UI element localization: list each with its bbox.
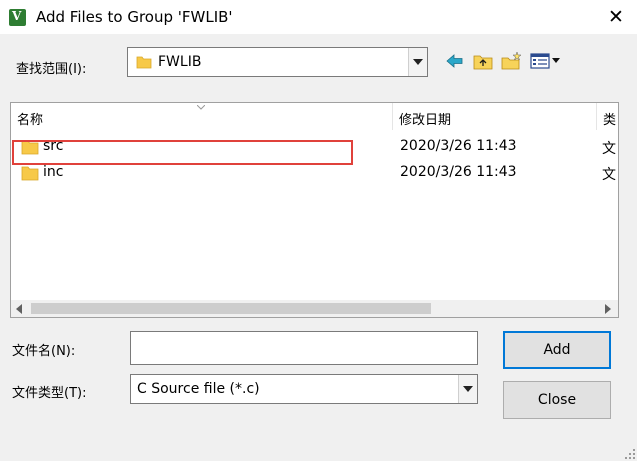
column-header-name[interactable]: 名称 <box>11 103 393 130</box>
close-icon[interactable]: ✕ <box>604 5 628 29</box>
file-list[interactable]: 名称 修改日期 类 src 2020/3/26 11:43 文 inc 2020… <box>10 102 619 318</box>
list-item[interactable]: inc 2020/3/26 11:43 文 <box>11 161 618 185</box>
sort-caret-icon <box>197 105 205 110</box>
column-header-date[interactable]: 修改日期 <box>393 103 597 130</box>
add-button[interactable]: Add <box>503 331 611 369</box>
file-date: 2020/3/26 11:43 <box>400 164 517 180</box>
file-date: 2020/3/26 11:43 <box>400 138 517 154</box>
close-button[interactable]: Close <box>503 381 611 419</box>
file-type-dropdown-button[interactable] <box>458 375 477 403</box>
file-name-input[interactable] <box>130 331 478 365</box>
folder-icon <box>21 165 39 185</box>
back-icon[interactable] <box>444 51 466 71</box>
view-menu-icon[interactable] <box>529 51 565 71</box>
horizontal-scrollbar[interactable] <box>11 300 618 317</box>
look-in-value: FWLIB <box>158 54 202 70</box>
file-type: 文 <box>602 141 616 157</box>
new-folder-icon[interactable] <box>500 51 522 71</box>
file-name-label: 文件名(N): <box>12 344 76 359</box>
file-type-label: 文件类型(T): <box>12 386 87 401</box>
chevron-down-icon <box>413 59 423 65</box>
scroll-left-icon[interactable] <box>16 304 22 314</box>
scroll-right-icon[interactable] <box>605 304 611 314</box>
column-header-type[interactable]: 类 <box>597 103 618 130</box>
look-in-label: 查找范围(I): <box>16 62 87 77</box>
file-type: 文 <box>602 167 616 183</box>
file-name: inc <box>43 164 64 180</box>
title-bar: V Add Files to Group 'FWLIB' ✕ <box>0 0 637 34</box>
up-folder-icon[interactable] <box>472 51 494 71</box>
chevron-down-icon <box>463 386 473 392</box>
folder-icon <box>136 54 152 74</box>
scrollbar-thumb[interactable] <box>31 303 431 314</box>
file-type-value: C Source file (*.c) <box>137 381 260 397</box>
look-in-dropdown-button[interactable] <box>408 48 427 76</box>
file-type-combo[interactable]: C Source file (*.c) <box>130 374 478 404</box>
window-title: Add Files to Group 'FWLIB' <box>36 8 233 26</box>
app-icon: V <box>9 9 26 26</box>
resize-grip-icon[interactable] <box>624 448 636 460</box>
look-in-combo[interactable]: FWLIB <box>127 47 428 77</box>
